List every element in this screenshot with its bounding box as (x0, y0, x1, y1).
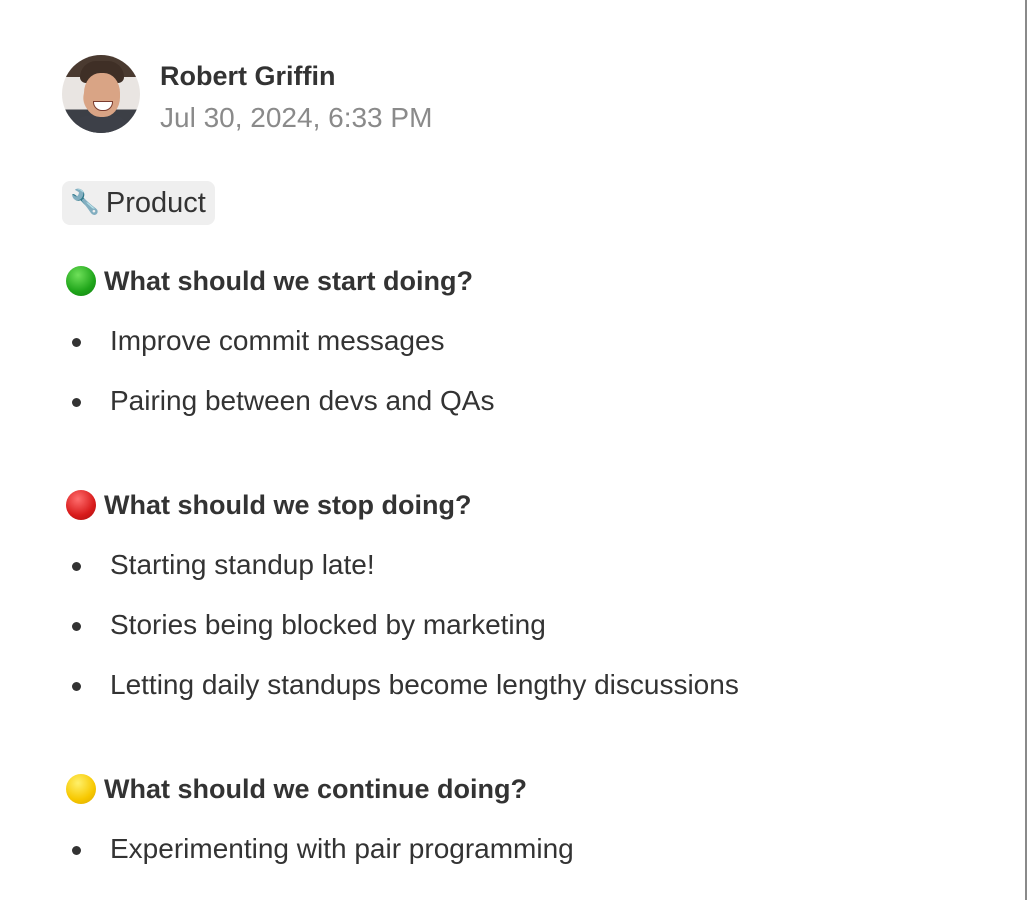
section-title: What should we stop doing? (104, 490, 472, 520)
category-tag[interactable]: 🔧 Product (62, 181, 215, 225)
item-list: Improve commit messages Pairing between … (62, 323, 962, 419)
section-stop-doing: What should we stop doing? Starting stan… (62, 487, 962, 703)
section-heading: What should we start doing? (62, 263, 962, 299)
window-edge-divider (1025, 0, 1027, 900)
author-name[interactable]: Robert Griffin (160, 59, 432, 93)
list-item: Experimenting with pair programming (62, 831, 962, 867)
list-item: Starting standup late! (62, 547, 962, 583)
bullet-icon (72, 398, 81, 407)
avatar-shirt (68, 115, 134, 133)
section-heading: What should we stop doing? (62, 487, 962, 523)
retro-post: Robert Griffin Jul 30, 2024, 6:33 PM 🔧 P… (62, 55, 962, 867)
list-item: Improve commit messages (62, 323, 962, 359)
post-header: Robert Griffin Jul 30, 2024, 6:33 PM (62, 55, 962, 137)
post-meta: Robert Griffin Jul 30, 2024, 6:33 PM (160, 59, 432, 137)
list-item-text: Letting daily standups become lengthy di… (110, 669, 739, 700)
list-item-text: Pairing between devs and QAs (110, 385, 495, 416)
green-circle-icon (66, 266, 96, 296)
section-title: What should we continue doing? (104, 774, 527, 804)
category-tag-label: Product (105, 187, 206, 219)
bullet-icon (72, 562, 81, 571)
list-item-text: Starting standup late! (110, 549, 375, 580)
section-continue-doing: What should we continue doing? Experimen… (62, 771, 962, 867)
bullet-icon (72, 338, 81, 347)
item-list: Experimenting with pair programming (62, 831, 962, 867)
wrench-icon: 🔧 (70, 189, 100, 216)
avatar[interactable] (62, 55, 140, 133)
section-heading: What should we continue doing? (62, 771, 962, 807)
bullet-icon (72, 846, 81, 855)
bullet-icon (72, 682, 81, 691)
list-item: Stories being blocked by marketing (62, 607, 962, 643)
yellow-circle-icon (66, 774, 96, 804)
list-item: Letting daily standups become lengthy di… (62, 667, 962, 703)
post-timestamp: Jul 30, 2024, 6:33 PM (160, 102, 433, 133)
item-list: Starting standup late! Stories being blo… (62, 547, 962, 703)
list-item-text: Improve commit messages (110, 325, 445, 356)
list-item-text: Experimenting with pair programming (110, 833, 574, 864)
section-title: What should we start doing? (104, 266, 473, 296)
section-start-doing: What should we start doing? Improve comm… (62, 263, 962, 419)
list-item: Pairing between devs and QAs (62, 383, 962, 419)
list-item-text: Stories being blocked by marketing (110, 609, 546, 640)
red-circle-icon (66, 490, 96, 520)
bullet-icon (72, 622, 81, 631)
